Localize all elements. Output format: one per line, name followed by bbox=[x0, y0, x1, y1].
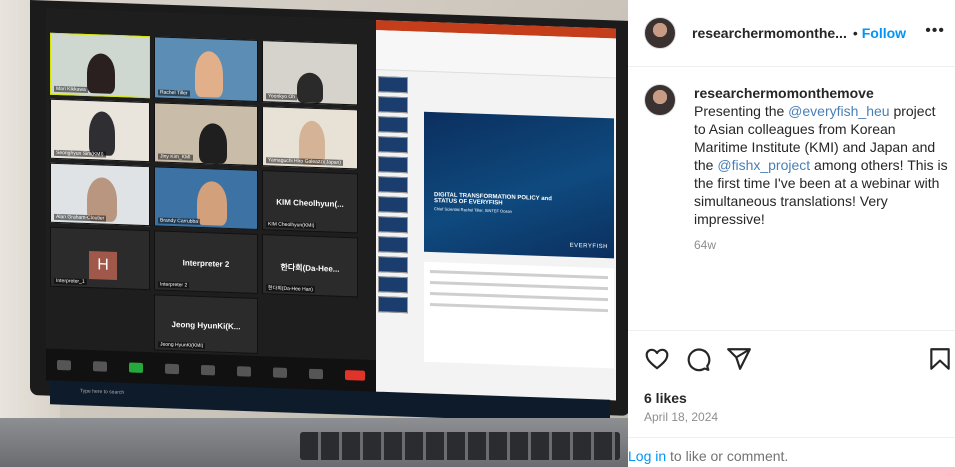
zoom-tile: Yamaguchi Hiro Galeazzi(Japan) bbox=[262, 106, 358, 170]
more-icon bbox=[309, 368, 323, 380]
zoom-tile-name: Alan Graham-Cloutier bbox=[54, 213, 107, 222]
slide-brand: EVERYFISH bbox=[569, 242, 608, 251]
zoom-tile: Seonghyun Sim(KMI) bbox=[50, 98, 150, 163]
share-screen-icon bbox=[129, 362, 143, 373]
separator-dot: • bbox=[852, 25, 858, 41]
post-photo: Mari Kikkawa Rachel Tiller Yoonkyo Oh Se… bbox=[0, 0, 628, 467]
zoom-gallery: Mari Kikkawa Rachel Tiller Yoonkyo Oh Se… bbox=[46, 8, 376, 393]
companion-icon bbox=[201, 364, 215, 376]
ppt-ribbon bbox=[376, 30, 616, 79]
caption-text: researchermomonthemove Presenting the @e… bbox=[694, 84, 949, 228]
follow-button[interactable]: Follow bbox=[862, 25, 906, 41]
zoom-tile-name: 한다희(Da-Hee Han) bbox=[266, 284, 315, 293]
zoom-tile-name: Interpreter_1 bbox=[54, 277, 87, 285]
zoom-tile: Jiny Kim_KMI bbox=[154, 102, 258, 166]
action-bar bbox=[628, 330, 955, 390]
zoom-tile: Mari Kikkawa bbox=[50, 32, 150, 99]
bookmark-icon[interactable] bbox=[927, 346, 953, 372]
zoom-tile: KIM Cheolhyun(... KIM Cheolhyun(KMI) bbox=[262, 170, 358, 234]
like-count[interactable]: 6 likes bbox=[644, 390, 687, 406]
post-age[interactable]: 64w bbox=[694, 238, 949, 252]
zoom-tile-title: 한다희(Da-Hee... bbox=[280, 262, 340, 274]
leave-icon bbox=[345, 370, 365, 381]
heart-icon[interactable] bbox=[644, 346, 670, 372]
powerpoint-window: DIGITAL TRANSFORMATION POLICY and STATUS… bbox=[376, 20, 616, 401]
zoom-tile: Brandy Carrubba bbox=[154, 166, 258, 230]
avatar[interactable] bbox=[644, 84, 676, 116]
zoom-tile-title: Interpreter 2 bbox=[182, 258, 230, 270]
laptop-keyboard bbox=[0, 418, 628, 467]
taskbar-search: Type here to search bbox=[80, 388, 125, 396]
login-text: to like or comment. bbox=[666, 448, 789, 464]
post-panel: researchermomonthe... • Follow ••• resea… bbox=[628, 0, 955, 467]
login-prompt: Log in to like or comment. bbox=[628, 437, 955, 467]
summary-icon bbox=[165, 363, 179, 375]
mention-link[interactable]: @everyfish_heu bbox=[788, 103, 889, 119]
zoom-tile-name: Interpreter 2 bbox=[158, 281, 190, 289]
more-options-icon[interactable]: ••• bbox=[925, 22, 945, 40]
post-username[interactable]: researchermomonthe... bbox=[692, 25, 847, 41]
zoom-tile-name: Rachel Tiller bbox=[158, 89, 190, 97]
whiteboard-icon bbox=[273, 367, 287, 378]
zoom-tile: Rachel Tiller bbox=[154, 36, 258, 102]
zoom-tile: Jeong HyunKi(K... Jeong HyunKi(KMI) bbox=[154, 294, 258, 354]
post-header: researchermomonthe... • Follow ••• bbox=[628, 0, 955, 67]
slide-title: DIGITAL TRANSFORMATION POLICY and STATUS… bbox=[434, 192, 574, 216]
ppt-notes bbox=[424, 261, 614, 369]
post-date: April 18, 2024 bbox=[644, 410, 719, 424]
zoom-tile-name: Jeong HyunKi(KMI) bbox=[158, 341, 206, 350]
apps-icon bbox=[237, 366, 251, 377]
zoom-tile-name: Yoonkyo Oh bbox=[266, 93, 298, 101]
share-icon[interactable] bbox=[726, 346, 752, 372]
ppt-current-slide: DIGITAL TRANSFORMATION POLICY and STATUS… bbox=[424, 111, 614, 259]
zoom-tile-name: KIM Cheolhyun(KMI) bbox=[266, 221, 317, 230]
zoom-tile-name: Brandy Carrubba bbox=[158, 217, 201, 225]
zoom-tile-name: Yamaguchi Hiro Galeazzi(Japan) bbox=[266, 157, 343, 166]
zoom-tile: Yoonkyo Oh bbox=[262, 40, 358, 106]
video-icon bbox=[93, 361, 107, 372]
zoom-tile-title: KIM Cheolhyun(... bbox=[276, 197, 344, 210]
caption-username[interactable]: researchermomonthemove bbox=[694, 85, 874, 101]
caption: researchermomonthemove Presenting the @e… bbox=[644, 84, 949, 252]
zoom-tile: 한다희(Da-Hee... 한다희(Da-Hee Han) bbox=[262, 234, 358, 298]
zoom-tile-name: Mari Kikkawa bbox=[54, 85, 88, 94]
zoom-tile: Interpreter 2 Interpreter 2 bbox=[154, 230, 258, 294]
zoom-tile-title: Jeong HyunKi(K... bbox=[171, 320, 241, 332]
zoom-tile-name: Jiny Kim_KMI bbox=[158, 153, 193, 161]
mic-icon bbox=[57, 359, 71, 371]
ppt-slide-thumbnails bbox=[378, 72, 412, 373]
zoom-tile: Alan Graham-Cloutier bbox=[50, 162, 150, 227]
laptop-screen: Mari Kikkawa Rachel Tiller Yoonkyo Oh Se… bbox=[30, 0, 628, 416]
screen-content: Mari Kikkawa Rachel Tiller Yoonkyo Oh Se… bbox=[46, 8, 616, 401]
comment-icon[interactable] bbox=[685, 346, 711, 372]
mention-link[interactable]: @fishx_project bbox=[717, 157, 810, 173]
avatar[interactable] bbox=[644, 17, 676, 49]
caption-segment: Presenting the bbox=[694, 103, 789, 119]
avatar-letter: H bbox=[89, 251, 117, 281]
zoom-tile: H Interpreter_1 bbox=[50, 226, 150, 291]
login-link[interactable]: Log in bbox=[628, 448, 666, 464]
zoom-tile-name: Seonghyun Sim(KMI) bbox=[54, 149, 106, 158]
